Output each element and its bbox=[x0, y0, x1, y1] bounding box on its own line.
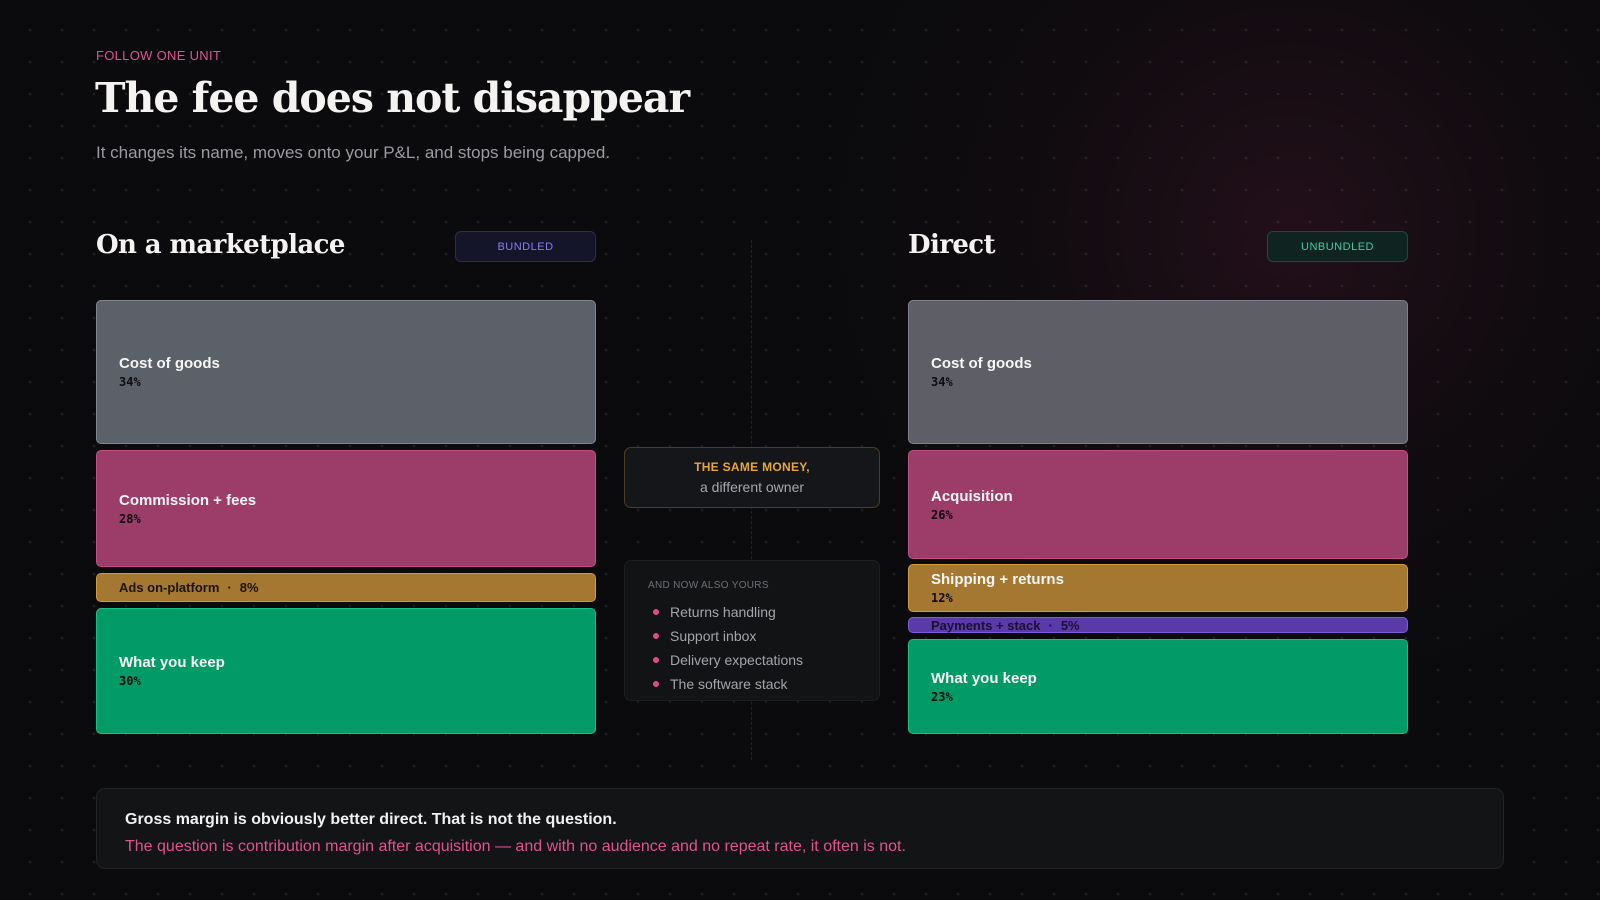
marketplace-segment-ads-on-platform: Ads on-platform · 8% bbox=[96, 573, 596, 602]
list-item: Support inbox bbox=[648, 624, 879, 648]
segment-name: Cost of goods bbox=[119, 355, 220, 372]
direct-segment-acquisition: Acquisition 26% bbox=[908, 450, 1408, 559]
segment-percent: 8% bbox=[239, 580, 259, 595]
bullet-icon bbox=[653, 609, 659, 615]
page-title: The fee does not disappear bbox=[95, 74, 690, 122]
segment-name: Cost of goods bbox=[931, 355, 1032, 372]
separator-dot: · bbox=[227, 580, 232, 595]
direct-column-title: Direct bbox=[908, 230, 996, 260]
also-yours-list: Returns handling Support inbox Delivery … bbox=[648, 600, 879, 696]
marketplace-segment-cost-of-goods: Cost of goods 34% bbox=[96, 300, 596, 444]
segment-name: Commission + fees bbox=[119, 491, 257, 509]
list-item: Returns handling bbox=[648, 600, 879, 624]
callout-statement: Gross margin is obviously better direct.… bbox=[125, 811, 617, 828]
also-yours-card: AND NOW ALSO YOURS Returns handling Supp… bbox=[624, 560, 880, 701]
marketplace-segment-commission-fees: Commission + fees 28% bbox=[96, 450, 596, 567]
bullet-icon bbox=[653, 681, 659, 687]
direct-segment-cost-of-goods: Cost of goods 34% bbox=[908, 300, 1408, 444]
segment-percent: 12% bbox=[931, 591, 953, 605]
bundled-badge: BUNDLED bbox=[455, 231, 596, 262]
direct-segment-what-you-keep: What you keep 23% bbox=[908, 639, 1408, 734]
callout-question: The question is contribution margin afte… bbox=[125, 838, 906, 855]
segment-percent: 5% bbox=[1060, 617, 1080, 633]
segment-percent: 30% bbox=[119, 674, 141, 688]
segment-percent: 34% bbox=[931, 375, 953, 389]
segment-percent: 26% bbox=[931, 507, 953, 522]
segment-name: Ads on-platform bbox=[119, 580, 220, 595]
also-yours-header: AND NOW ALSO YOURS bbox=[648, 580, 769, 591]
segment-percent: 23% bbox=[931, 689, 953, 704]
list-item-label: The software stack bbox=[670, 676, 788, 692]
segment-name: Acquisition bbox=[931, 487, 1013, 505]
same-money-note: THE SAME MONEY, a different owner bbox=[624, 447, 880, 508]
takeaway-callout: Gross margin is obviously better direct.… bbox=[96, 788, 1504, 869]
separator-dot: · bbox=[1048, 617, 1053, 633]
segment-name: What you keep bbox=[931, 669, 1037, 687]
slide-canvas: FOLLOW ONE UNIT The fee does not disappe… bbox=[0, 0, 1600, 900]
list-item-label: Support inbox bbox=[670, 628, 757, 644]
same-money-heading: THE SAME MONEY, bbox=[694, 460, 810, 474]
segment-name: What you keep bbox=[119, 654, 225, 671]
segment-name: Payments + stack bbox=[931, 617, 1041, 633]
bullet-icon bbox=[653, 633, 659, 639]
list-item: The software stack bbox=[648, 672, 879, 696]
eyebrow-label: FOLLOW ONE UNIT bbox=[96, 48, 222, 63]
list-item-label: Delivery expectations bbox=[670, 652, 804, 668]
bullet-icon bbox=[653, 657, 659, 663]
segment-percent: 34% bbox=[119, 375, 141, 389]
direct-segment-shipping-returns: Shipping + returns 12% bbox=[908, 564, 1408, 612]
marketplace-column-title: On a marketplace bbox=[96, 230, 345, 260]
segment-percent: 28% bbox=[119, 511, 141, 526]
direct-segment-payments-stack: Payments + stack · 5% bbox=[908, 617, 1408, 633]
page-subtitle: It changes its name, moves onto your P&L… bbox=[96, 143, 611, 162]
list-item-label: Returns handling bbox=[670, 604, 776, 620]
marketplace-segment-what-you-keep: What you keep 30% bbox=[96, 608, 596, 734]
segment-name: Shipping + returns bbox=[931, 571, 1064, 588]
same-money-subtext: a different owner bbox=[699, 479, 805, 495]
unbundled-badge: UNBUNDLED bbox=[1267, 231, 1408, 262]
list-item: Delivery expectations bbox=[648, 648, 879, 672]
